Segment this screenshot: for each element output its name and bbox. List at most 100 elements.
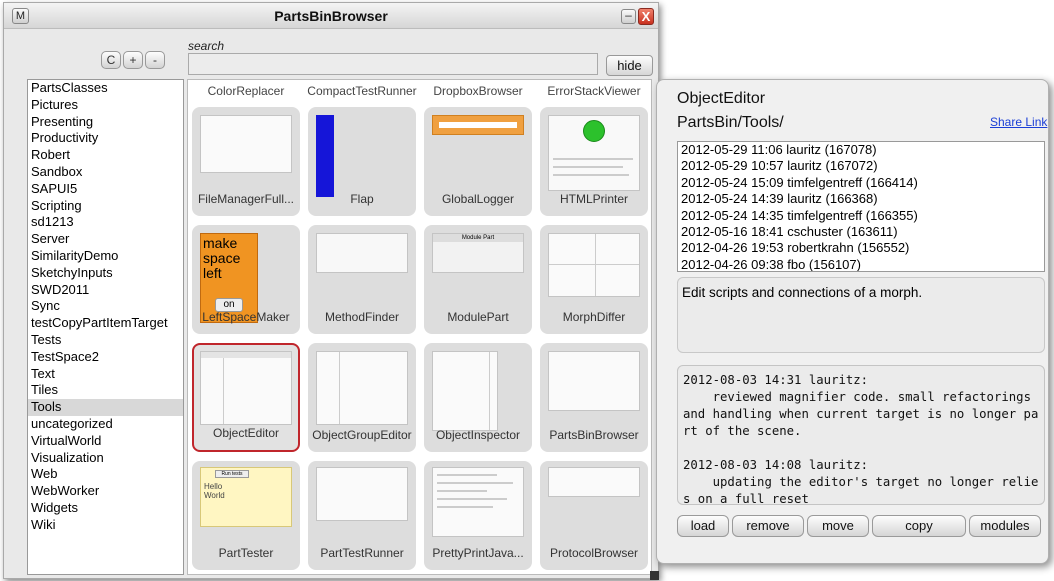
part-label[interactable]: ErrorStackViewer <box>536 84 651 98</box>
part-item[interactable]: PrettyPrintJava... <box>424 461 532 570</box>
remove-button[interactable]: remove <box>732 515 804 537</box>
category-item[interactable]: SAPUI5 <box>28 181 183 198</box>
hide-button[interactable]: hide <box>606 55 653 76</box>
version-item[interactable]: 2012-05-16 18:41 cschuster (163611) <box>678 224 1044 240</box>
category-item[interactable]: SWD2011 <box>28 282 183 299</box>
category-item[interactable]: SketchyInputs <box>28 265 183 282</box>
load-button[interactable]: load <box>677 515 729 537</box>
part-thumbnail <box>432 467 524 537</box>
part-name: ProtocolBrowser <box>549 546 639 560</box>
search-input[interactable] <box>188 53 598 75</box>
part-item[interactable]: GlobalLogger <box>424 107 532 216</box>
refresh-button[interactable]: C <box>101 51 121 69</box>
minimize-button[interactable]: – <box>621 9 636 24</box>
part-name: PartTester <box>218 546 274 560</box>
part-name: GlobalLogger <box>441 192 515 206</box>
version-item[interactable]: 2012-05-24 15:09 timfelgentreff (166414) <box>678 175 1044 191</box>
part-name: PrettyPrintJava... <box>432 546 524 560</box>
part-label[interactable]: DropboxBrowser <box>420 84 536 98</box>
part-item[interactable]: MethodFinder <box>308 225 416 334</box>
version-item[interactable]: 2012-04-26 19:53 robertkrahn (156552) <box>678 240 1044 256</box>
part-thumbnail <box>548 467 640 497</box>
part-label[interactable]: ColorReplacer <box>188 84 304 98</box>
part-thumbnail <box>200 115 292 173</box>
category-item[interactable]: WebWorker <box>28 483 183 500</box>
version-item[interactable]: 2012-05-29 11:06 lauritz (167078) <box>678 142 1044 158</box>
part-label[interactable]: CompactTestRunner <box>304 84 420 98</box>
part-item[interactable]: Flap <box>308 107 416 216</box>
part-item[interactable]: ProtocolBrowser <box>540 461 648 570</box>
part-name: PartTestRunner <box>320 546 404 560</box>
commit-log-text: 2012-08-03 14:31 lauritz: reviewed magni… <box>683 373 1039 505</box>
part-title: ObjectEditor <box>677 90 766 107</box>
category-list[interactable]: PartsClasses Pictures Presenting Product… <box>27 79 184 575</box>
parts-grid[interactable]: ColorReplacer CompactTestRunner DropboxB… <box>187 79 652 575</box>
part-item-selected[interactable]: ObjectEditor <box>192 343 300 452</box>
part-thumbnail: Module Part <box>432 233 524 273</box>
category-item[interactable]: uncategorized <box>28 416 183 433</box>
part-path: PartsBin/Tools/ <box>677 114 784 131</box>
part-thumbnail <box>316 467 408 521</box>
thumb-text: make <box>203 235 238 251</box>
category-item[interactable]: Productivity <box>28 130 183 147</box>
part-item[interactable]: Run tests Hello World PartTester <box>192 461 300 570</box>
category-item[interactable]: Text <box>28 366 183 383</box>
part-name: PartsBinBrowser <box>549 428 639 442</box>
category-item[interactable]: sd1213 <box>28 214 183 231</box>
category-item[interactable]: Web <box>28 466 183 483</box>
remove-category-button[interactable]: - <box>145 51 165 69</box>
close-button[interactable]: X <box>638 8 654 25</box>
part-name: MethodFinder <box>324 310 400 324</box>
category-item[interactable]: Pictures <box>28 97 183 114</box>
part-name: Flap <box>350 192 374 206</box>
version-item[interactable]: 2012-04-26 09:38 fbo (156107) <box>678 257 1044 271</box>
category-item[interactable]: Presenting <box>28 114 183 131</box>
category-item[interactable]: Visualization <box>28 450 183 467</box>
category-item[interactable]: Wiki <box>28 517 183 534</box>
version-list[interactable]: 2012-05-29 11:06 lauritz (167078) 2012-0… <box>677 141 1045 272</box>
title-bar[interactable]: M PartsBinBrowser – X <box>4 3 658 29</box>
part-name: ModulePart <box>447 310 509 324</box>
thumb-text: Run tests <box>215 470 249 478</box>
thumb-text: space <box>203 250 241 266</box>
part-item[interactable]: ObjectGroupEditor <box>308 343 416 452</box>
category-item[interactable]: VirtualWorld <box>28 433 183 450</box>
part-item[interactable]: FileManagerFull... <box>192 107 300 216</box>
category-item[interactable]: testCopyPartItemTarget <box>28 315 183 332</box>
add-category-button[interactable]: + <box>123 51 143 69</box>
share-link[interactable]: Share Link <box>990 115 1047 129</box>
category-item[interactable]: Scripting <box>28 198 183 215</box>
part-item[interactable]: PartsBinBrowser <box>540 343 648 452</box>
modules-button[interactable]: modules <box>969 515 1041 537</box>
category-item[interactable]: SimilarityDemo <box>28 248 183 265</box>
category-item[interactable]: Server <box>28 231 183 248</box>
category-item[interactable]: TestSpace2 <box>28 349 183 366</box>
part-item[interactable]: HTMLPrinter <box>540 107 648 216</box>
category-item[interactable]: Sandbox <box>28 164 183 181</box>
version-item[interactable]: 2012-05-24 14:39 lauritz (166368) <box>678 191 1044 207</box>
resize-handle[interactable] <box>650 571 659 580</box>
category-item[interactable]: PartsClasses <box>28 80 183 97</box>
description-box[interactable]: Edit scripts and connections of a morph. <box>677 277 1045 353</box>
part-item[interactable]: MorphDiffer <box>540 225 648 334</box>
part-thumbnail <box>548 115 640 191</box>
category-item[interactable]: Widgets <box>28 500 183 517</box>
category-item-selected[interactable]: Tools <box>28 399 183 416</box>
version-item[interactable]: 2012-05-29 10:57 lauritz (167072) <box>678 158 1044 174</box>
object-editor-panel: ObjectEditor PartsBin/Tools/ Share Link … <box>656 79 1049 564</box>
part-item[interactable]: Module Part ModulePart <box>424 225 532 334</box>
part-item[interactable]: ObjectInspector <box>424 343 532 452</box>
category-item[interactable]: Tiles <box>28 382 183 399</box>
category-item[interactable]: Robert <box>28 147 183 164</box>
category-item[interactable]: Sync <box>28 298 183 315</box>
part-name: ObjectInspector <box>435 428 521 442</box>
move-button[interactable]: move <box>807 515 869 537</box>
part-item[interactable]: PartTestRunner <box>308 461 416 570</box>
category-item[interactable]: Tests <box>28 332 183 349</box>
version-item[interactable]: 2012-05-24 14:35 timfelgentreff (166355) <box>678 208 1044 224</box>
part-name: ObjectGroupEditor <box>312 428 412 442</box>
commit-log[interactable]: 2012-08-03 14:31 lauritz: reviewed magni… <box>677 365 1045 505</box>
copy-button[interactable]: copy <box>872 515 966 537</box>
part-name: FileManagerFull... <box>197 192 295 206</box>
part-item[interactable]: make space left on LeftSpaceMaker <box>192 225 300 334</box>
